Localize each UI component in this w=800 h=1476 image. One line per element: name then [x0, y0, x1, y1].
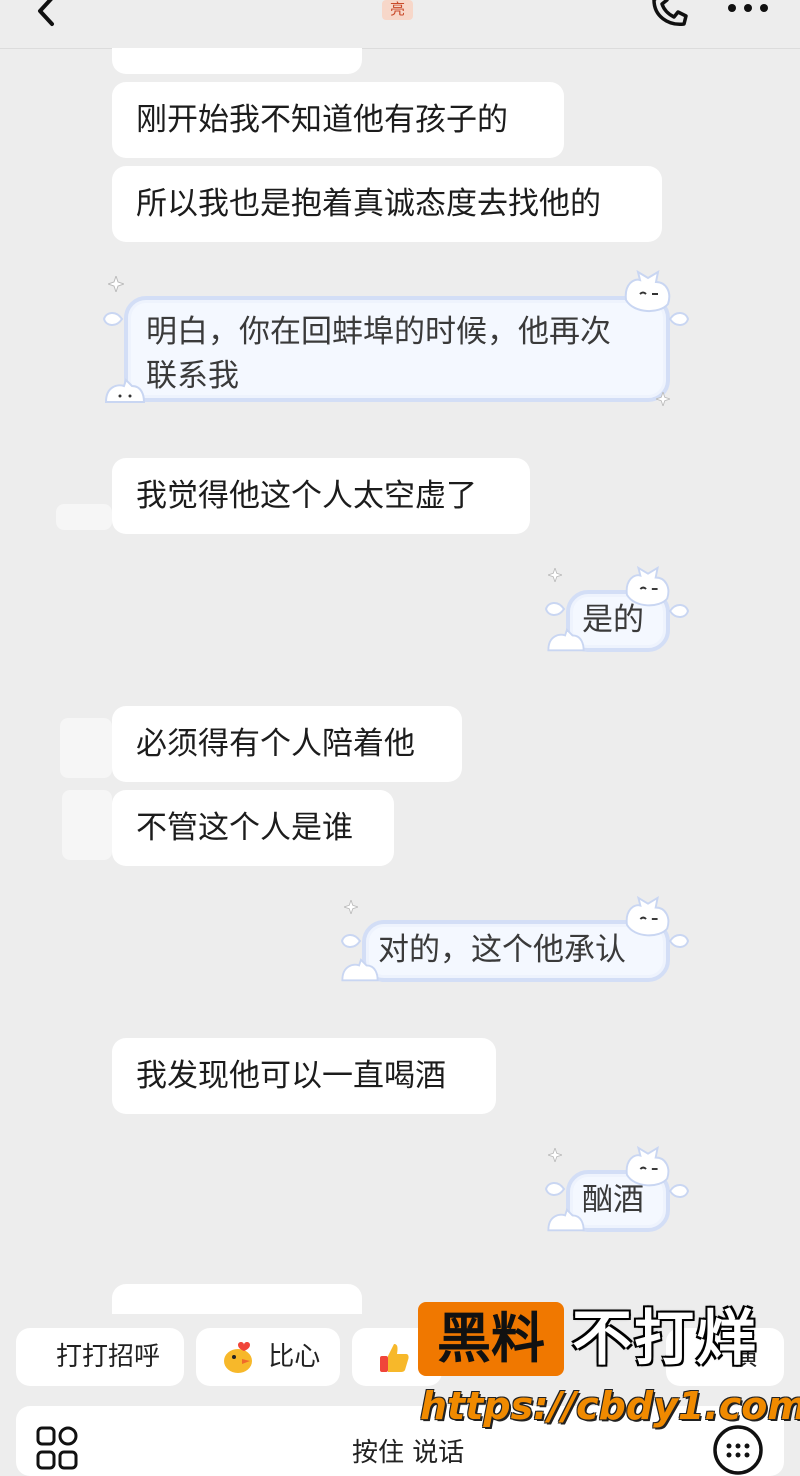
keyboard-icon[interactable]: [712, 1424, 764, 1476]
hold-to-talk-button[interactable]: 按住 说话: [352, 1432, 464, 1469]
message-text: 我发现他可以一直喝酒: [136, 1058, 446, 1094]
message-text-line: 明白，你在回蚌埠的时候，他再次: [146, 314, 611, 350]
message-bubble-partial: [112, 48, 362, 74]
thumbs-up-icon: [380, 1343, 409, 1372]
blurred-avatar: [56, 504, 112, 530]
message-text: 必须得有个人陪着他: [136, 726, 415, 762]
wing-icon: [340, 934, 362, 948]
blurred-avatar: [62, 790, 112, 860]
message-text: 对的，这个他承认: [378, 932, 626, 968]
message-bubble-partial: [112, 1284, 362, 1314]
message-bubble[interactable]: 不管这个人是谁: [112, 790, 394, 866]
apps-grid-icon[interactable]: [36, 1426, 82, 1472]
sent-message-bubble[interactable]: 明白，你在回蚌埠的时候，他再次 联系我: [124, 296, 670, 402]
wing-icon: [544, 602, 566, 616]
quick-reply-label: 比心: [268, 1342, 321, 1372]
sparkle-icon: [548, 568, 562, 582]
duck-heart-icon: [224, 1341, 252, 1373]
sparkle-icon: [656, 392, 670, 406]
wing-icon: [102, 312, 124, 326]
back-arrow-icon[interactable]: [30, 0, 60, 28]
wing-icon: [668, 1184, 690, 1198]
quick-reply-heart[interactable]: 比心: [196, 1328, 340, 1386]
message-bubble[interactable]: 我发现他可以一直喝酒: [112, 1038, 496, 1114]
quick-reply-greet[interactable]: 打打招呼: [16, 1328, 184, 1386]
watermark-url: https://cbdy1.com: [420, 1384, 800, 1428]
wing-icon: [668, 934, 690, 948]
chat-header: 亮: [0, 0, 800, 49]
more-options-icon[interactable]: [726, 0, 770, 20]
sparkle-icon: [108, 276, 124, 292]
message-bubble[interactable]: 我觉得他这个人太空虚了: [112, 458, 530, 534]
blurred-avatar: [60, 718, 112, 778]
watermark-logo: 黑料: [418, 1302, 564, 1376]
message-bubble[interactable]: 必须得有个人陪着他: [112, 706, 462, 782]
message-text: 不管这个人是谁: [136, 810, 353, 846]
message-text-line: 联系我: [146, 358, 239, 394]
watermark-slogan: 不打烊: [572, 1304, 758, 1374]
cat-sticker-icon: [104, 378, 146, 403]
cat-sticker-icon: [547, 628, 585, 652]
sparkle-icon: [344, 900, 358, 914]
phone-icon[interactable]: [648, 0, 692, 28]
wing-icon: [668, 604, 690, 618]
message-text: 所以我也是抱着真诚态度去找他的: [136, 186, 601, 222]
cat-sticker-icon: [341, 958, 379, 982]
quick-reply-label: 打打招呼: [56, 1342, 161, 1372]
wing-icon: [544, 1182, 566, 1196]
contact-name[interactable]: 亮: [382, 0, 414, 20]
message-text: 刚开始我不知道他有孩子的: [136, 102, 508, 138]
wing-icon: [668, 312, 690, 326]
message-bubble[interactable]: 刚开始我不知道他有孩子的: [112, 82, 564, 158]
cat-sticker-icon: [547, 1208, 585, 1232]
sparkle-icon: [548, 1148, 562, 1162]
message-bubble[interactable]: 所以我也是抱着真诚态度去找他的: [112, 166, 662, 242]
message-text: 我觉得他这个人太空虚了: [136, 478, 477, 514]
